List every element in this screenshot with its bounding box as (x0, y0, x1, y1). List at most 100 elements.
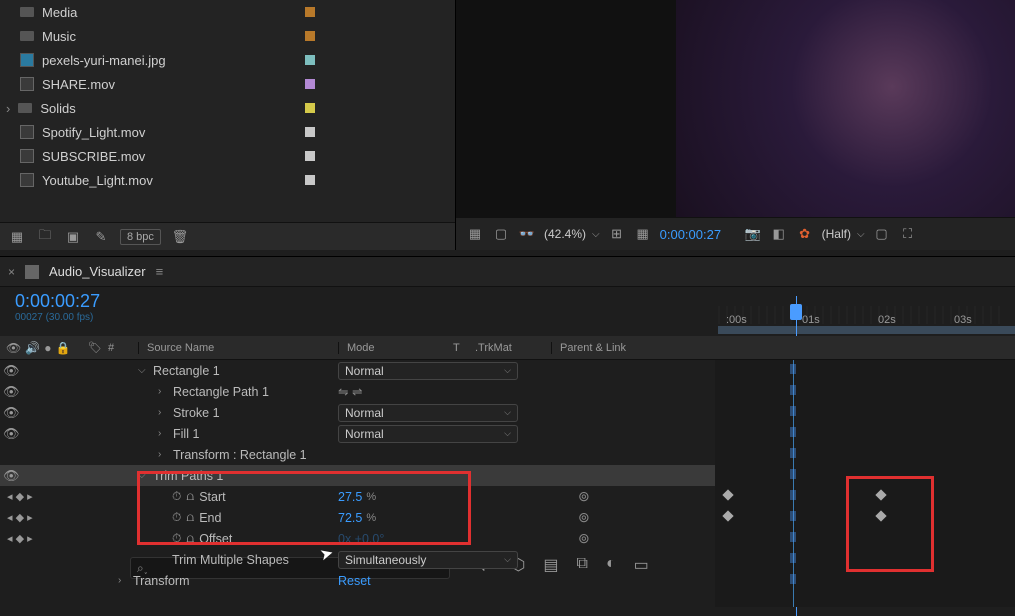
keyframe[interactable] (722, 510, 733, 521)
layer-row[interactable]: Trim Multiple ShapesSimultaneously (0, 549, 715, 570)
layer-row[interactable]: ◂ ◆ ▸⏱⩍Offset0x +0.0°⊚ (0, 528, 715, 549)
region-icon[interactable]: ▢ (873, 225, 891, 243)
col-source-name[interactable]: Source Name (138, 342, 338, 354)
solo-col-icon[interactable]: ● (44, 341, 51, 355)
layer-row[interactable]: 👁›Stroke 1Normal (0, 402, 715, 423)
project-item[interactable]: Spotify_Light.mov (0, 120, 455, 144)
stopwatch-icon[interactable]: ⏱ (172, 489, 181, 504)
project-item[interactable]: SUBSCRIBE.mov (0, 144, 455, 168)
panel-menu-icon[interactable]: ≡ (156, 264, 164, 279)
work-area-bar[interactable] (718, 326, 1015, 334)
preview-timecode[interactable]: 0:00:00:27 (660, 227, 736, 242)
visibility-eye-icon[interactable]: 👁 (3, 363, 20, 379)
layer-row[interactable]: ◂ ◆ ▸⏱⩍Start27.5 %⊚ (0, 486, 715, 507)
quality-dropdown[interactable]: (Half) (822, 227, 865, 241)
new-folder-icon[interactable]: 🗀 (36, 228, 54, 246)
twirl-icon[interactable]: › (158, 407, 168, 418)
snapshot-icon[interactable]: 📷 (744, 225, 762, 243)
project-item[interactable]: SHARE.mov (0, 72, 455, 96)
label-swatch[interactable] (305, 151, 315, 161)
pickwhip-icon[interactable]: ⊚ (578, 488, 590, 504)
fullscreen-icon[interactable]: ⛶ (899, 225, 917, 243)
graph-icon[interactable]: ⩍ (186, 489, 194, 504)
twirl-icon[interactable]: ⌵ (138, 470, 148, 481)
property-value[interactable]: 0x +0.0° (338, 532, 384, 546)
path-operation-icons[interactable]: ⇋ ⇌ (338, 384, 362, 399)
twirl-icon[interactable]: › (118, 575, 128, 586)
pickwhip-icon[interactable]: ⊚ (578, 530, 590, 546)
time-ruler[interactable]: :00s01s02s03s (718, 296, 1015, 336)
color-depth-toggle[interactable]: 8 bpc (120, 229, 161, 245)
label-swatch[interactable] (305, 127, 315, 137)
project-item[interactable]: pexels-yuri-manei.jpg (0, 48, 455, 72)
graph-icon[interactable]: ⩍ (186, 510, 194, 525)
label-swatch[interactable] (305, 175, 315, 185)
layer-row[interactable]: ›Transform : Rectangle 1 (0, 444, 715, 465)
col-mode[interactable]: Mode (338, 342, 453, 354)
3d-view-icon[interactable]: 👓 (518, 225, 536, 243)
reset-link[interactable]: Reset (338, 574, 371, 588)
toggle-mask-icon[interactable]: ▢ (492, 225, 510, 243)
layer-row[interactable]: 👁›Fill 1Normal (0, 423, 715, 444)
keyframe[interactable] (722, 489, 733, 500)
transparency-grid-icon[interactable]: ▦ (634, 225, 652, 243)
label-swatch[interactable] (305, 55, 315, 65)
pickwhip-icon[interactable]: ⊚ (578, 509, 590, 525)
project-item[interactable]: Media (0, 0, 455, 24)
label-swatch[interactable] (305, 79, 315, 89)
blend-mode-dropdown[interactable]: Normal (338, 425, 518, 443)
label-swatch[interactable] (305, 103, 315, 113)
layer-row[interactable]: ◂ ◆ ▸⏱⩍End72.5 %⊚ (0, 507, 715, 528)
twirl-icon[interactable]: › (158, 428, 168, 439)
project-item[interactable]: Music (0, 24, 455, 48)
lock-col-icon[interactable]: 🔒 (55, 341, 70, 355)
preview-frame[interactable] (676, 0, 1015, 217)
keyframe-nav[interactable]: ◂ ◆ ▸ (3, 490, 33, 503)
comp-tab-label[interactable]: Audio_Visualizer (49, 264, 146, 279)
project-item[interactable]: › Solids (0, 96, 455, 120)
tab-close-icon[interactable]: × (8, 265, 15, 279)
new-comp-icon[interactable]: ▣ (64, 228, 82, 246)
keyframe[interactable] (875, 489, 886, 500)
grid-icon[interactable]: ▦ (466, 225, 484, 243)
col-trkmat[interactable]: .TrkMat (471, 342, 551, 354)
video-col-icon[interactable]: 👁 (6, 341, 21, 355)
stopwatch-icon[interactable]: ⏱ (172, 531, 181, 546)
keyframe[interactable] (875, 510, 886, 521)
col-parent[interactable]: Parent & Link (551, 342, 1015, 354)
trash-icon[interactable]: 🗑 (171, 228, 189, 246)
project-item-name: SUBSCRIBE.mov (42, 149, 297, 164)
property-value[interactable]: 72.5 (338, 511, 362, 525)
show-channel-icon[interactable]: ◧ (770, 225, 788, 243)
graph-icon[interactable]: ⩍ (186, 531, 194, 546)
interpret-footage-icon[interactable]: ▦ (8, 228, 26, 246)
layer-row[interactable]: ›TransformReset (0, 570, 715, 591)
twirl-icon[interactable]: › (158, 386, 168, 397)
project-item[interactable]: Youtube_Light.mov (0, 168, 455, 192)
twirl-icon[interactable]: ⌵ (138, 365, 148, 376)
property-value[interactable]: 27.5 (338, 490, 362, 504)
color-mgmt-icon[interactable]: ✿ (796, 225, 814, 243)
label-swatch[interactable] (305, 31, 315, 41)
visibility-eye-icon[interactable]: 👁 (3, 426, 20, 442)
label-col-icon[interactable]: 🏷 (88, 342, 102, 354)
blend-mode-dropdown[interactable]: Normal (338, 404, 518, 422)
label-swatch[interactable] (305, 7, 315, 17)
blend-mode-dropdown[interactable]: Simultaneously (338, 551, 518, 569)
stopwatch-icon[interactable]: ⏱ (172, 510, 181, 525)
visibility-eye-icon[interactable]: 👁 (3, 384, 20, 400)
layer-row[interactable]: 👁⌵Rectangle 1Normal (0, 360, 715, 381)
blend-mode-dropdown[interactable]: Normal (338, 362, 518, 380)
layer-row[interactable]: 👁›Rectangle Path 1⇋ ⇌ (0, 381, 715, 402)
flow-icon[interactable]: ✎ (92, 228, 110, 246)
resolution-icon[interactable]: ⊞ (608, 225, 626, 243)
keyframe-nav[interactable]: ◂ ◆ ▸ (3, 532, 33, 545)
layer-row[interactable]: 👁⌵Trim Paths 1 (0, 465, 715, 486)
timeline-tracks-area[interactable] (715, 360, 1015, 607)
zoom-dropdown[interactable]: (42.4%) (544, 227, 600, 241)
visibility-eye-icon[interactable]: 👁 (3, 468, 20, 484)
twirl-icon[interactable]: › (158, 449, 168, 460)
keyframe-nav[interactable]: ◂ ◆ ▸ (3, 511, 33, 524)
audio-col-icon[interactable]: 🔊 (25, 341, 40, 355)
visibility-eye-icon[interactable]: 👁 (3, 405, 20, 421)
